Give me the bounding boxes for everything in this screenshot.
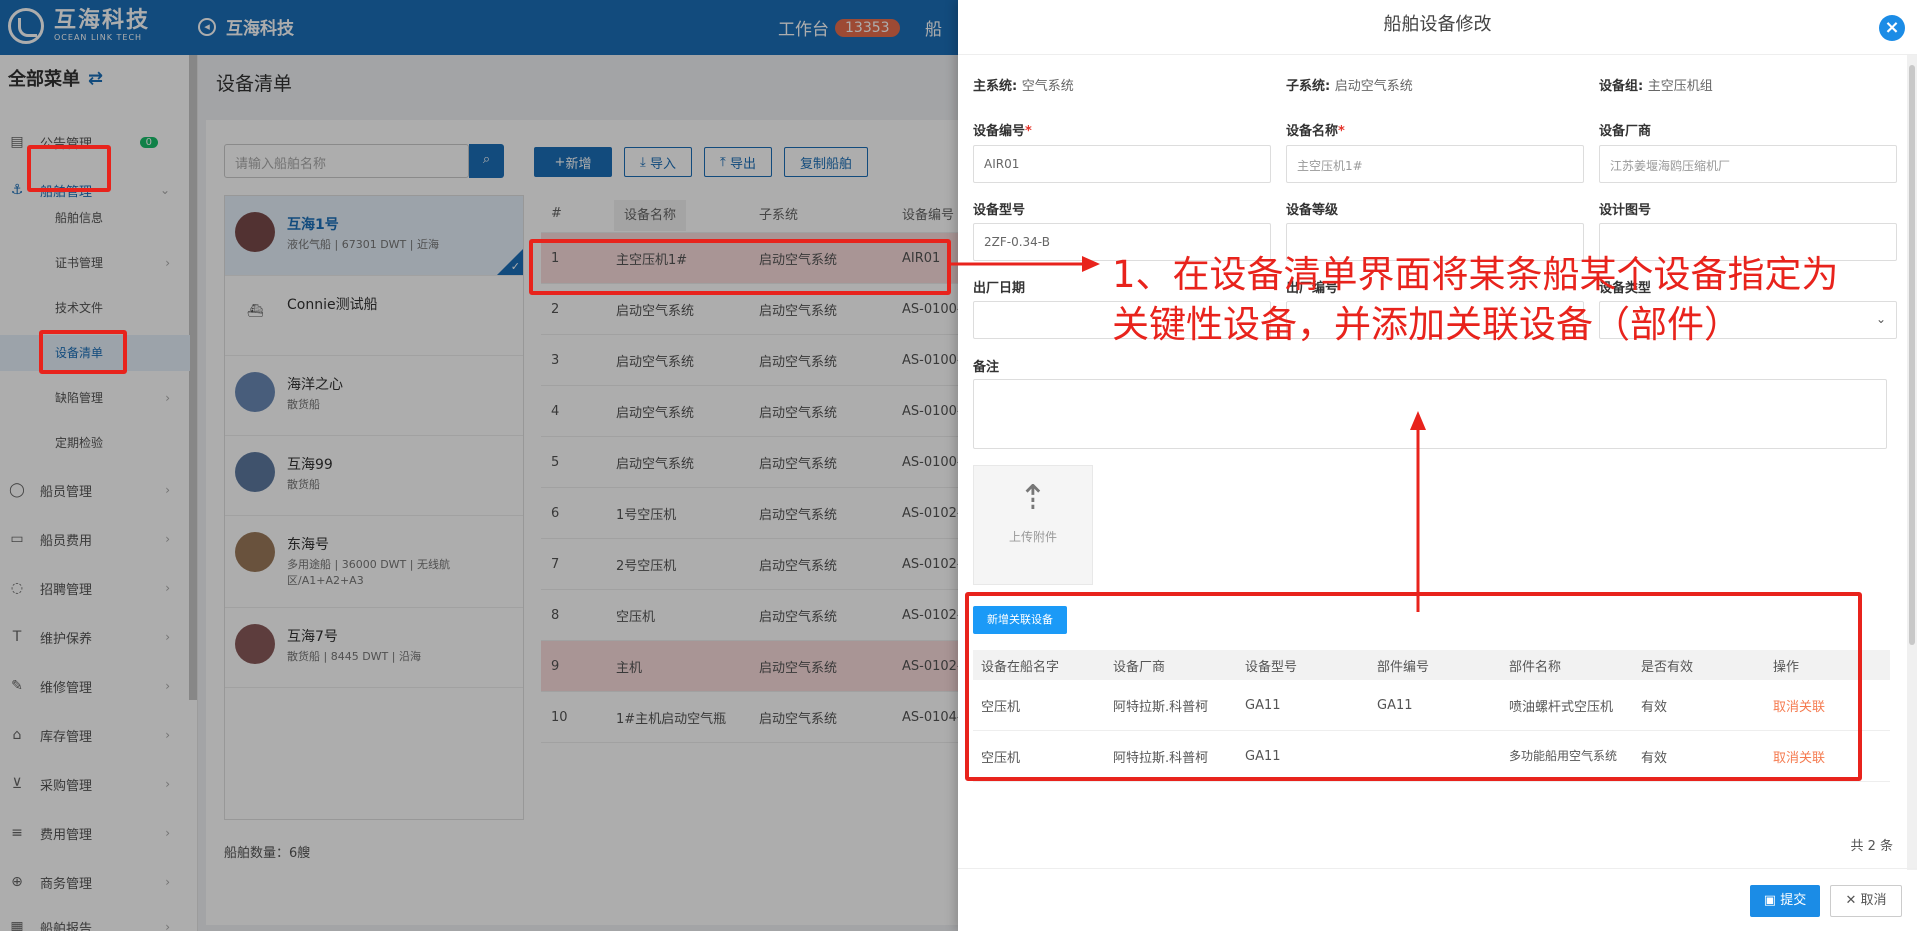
annotation-arrows	[951, 256, 1426, 612]
arrow-right-head	[1082, 256, 1100, 272]
annotation-text: 1、在设备清单界面将某条船某个设备指定为关键性设备，并添加关联设备（部件）	[1112, 253, 1839, 346]
arrow-up-head	[1410, 411, 1426, 430]
